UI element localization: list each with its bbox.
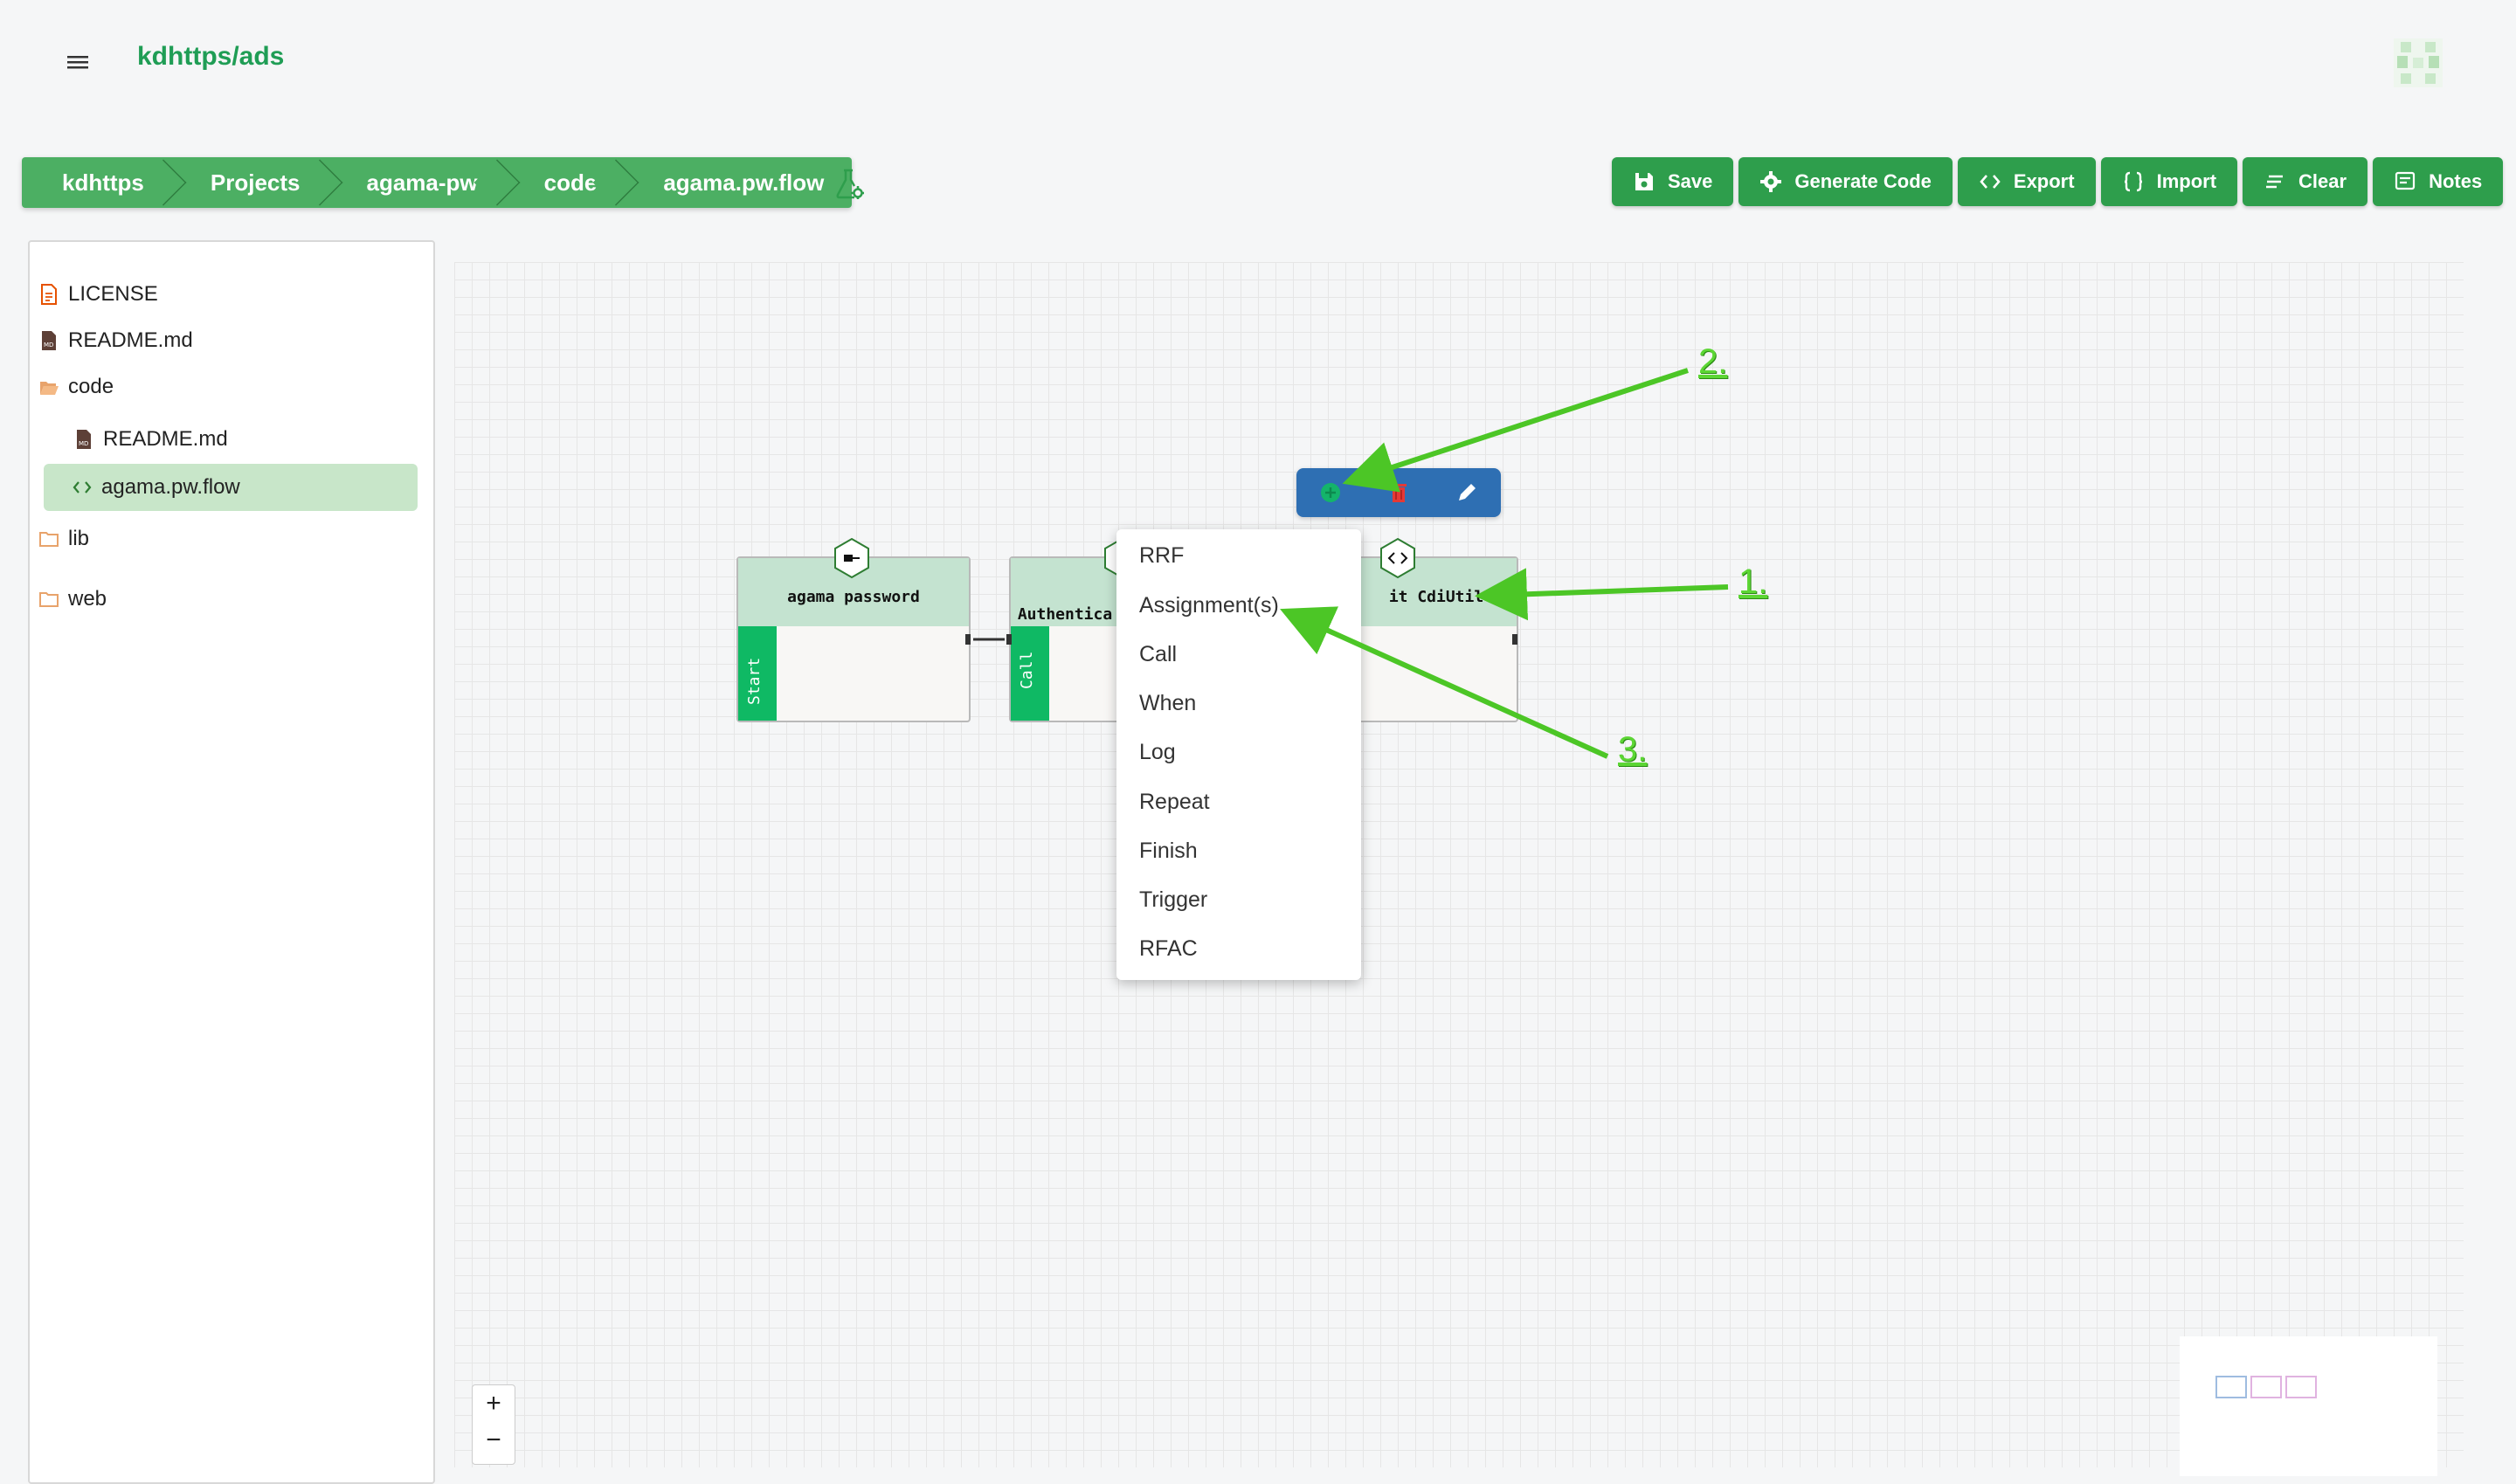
clear-lines-icon: [2266, 175, 2284, 189]
breadcrumb-item[interactable]: code: [504, 157, 624, 208]
tree-item-label: README.md: [103, 427, 228, 451]
menu-item-repeat[interactable]: Repeat: [1139, 790, 1349, 815]
tree-item-label: LICENSE: [68, 282, 158, 306]
notes-label: Notes: [2429, 170, 2483, 192]
svg-text:MD: MD: [44, 342, 53, 349]
delete-node-button[interactable]: [1386, 480, 1412, 506]
breadcrumb-item[interactable]: agama-pw: [327, 157, 504, 208]
menu-item-call[interactable]: Call: [1139, 642, 1349, 667]
breadcrumb-item[interactable]: agama.pw.flow: [623, 157, 852, 208]
file-tree-panel: LICENSE MD README.md code MD README.md a…: [28, 240, 435, 1484]
folder-icon: [39, 532, 59, 547]
markdown-icon: MD: [42, 331, 56, 350]
folder-icon: [39, 592, 59, 607]
tree-item-label: lib: [68, 527, 90, 550]
minimap-nodes: [2215, 1376, 2317, 1398]
tree-item-label: README.md: [68, 328, 193, 352]
generate-code-button[interactable]: Generate Code: [1738, 157, 1953, 206]
clear-button[interactable]: Clear: [2243, 157, 2368, 206]
node-type-label: Call: [1018, 651, 1036, 689]
annotation-label-2: 2.: [1698, 342, 1728, 381]
menu-item-when[interactable]: When: [1139, 691, 1349, 716]
avatar[interactable]: [2394, 38, 2443, 87]
save-button[interactable]: Save: [1612, 157, 1734, 206]
folder-open-icon: [40, 382, 59, 395]
node-type-bar: Start: [738, 626, 777, 721]
tree-item-label: agama.pw.flow: [101, 475, 240, 499]
menu-item-trigger[interactable]: Trigger: [1139, 887, 1349, 913]
plus-circle-icon: [1321, 483, 1340, 502]
flask-icon[interactable]: [834, 168, 864, 199]
code-icon: [1980, 175, 2001, 189]
tree-item-label: code: [68, 375, 114, 398]
tree-item-code-readme[interactable]: MD README.md: [73, 422, 228, 457]
tree-item-lib-folder[interactable]: lib: [38, 521, 89, 556]
import-button[interactable]: Import: [2100, 157, 2238, 206]
node-action-toolbar: [1296, 468, 1501, 517]
save-icon: [1635, 173, 1653, 190]
breadcrumb-item[interactable]: Projects: [170, 157, 327, 208]
annotation-label-3: 3.: [1618, 730, 1648, 769]
notes-button[interactable]: Notes: [2373, 157, 2504, 206]
zoom-control: + −: [472, 1384, 515, 1465]
markdown-icon: MD: [77, 430, 91, 449]
braces-icon: [2124, 171, 2142, 192]
top-bar: kdhttps/ads: [0, 0, 2516, 122]
zoom-out-button[interactable]: −: [473, 1422, 515, 1459]
tree-item-readme[interactable]: MD README.md: [38, 323, 193, 358]
export-label: Export: [2013, 170, 2075, 192]
add-node-button[interactable]: [1317, 480, 1344, 506]
app-title[interactable]: kdhttps/ads: [137, 42, 284, 72]
start-hex-icon: [834, 537, 869, 579]
tree-item-code-folder[interactable]: code: [38, 369, 114, 404]
clear-label: Clear: [2298, 170, 2347, 192]
breadcrumb: kdhttps Projects agama-pw code agama.pw.…: [22, 157, 853, 208]
notes-icon: [2395, 171, 2416, 190]
edit-node-button[interactable]: [1454, 480, 1480, 506]
flow-node-start[interactable]: agama password Start: [736, 556, 971, 722]
svg-text:MD: MD: [79, 440, 88, 447]
node-connector: [973, 638, 1005, 641]
code-hex-icon: [1380, 537, 1415, 579]
node-title: agama password: [787, 588, 920, 606]
minimap[interactable]: [2180, 1336, 2437, 1476]
save-label: Save: [1668, 170, 1713, 192]
tree-item-agama-flow[interactable]: agama.pw.flow: [44, 464, 418, 511]
export-button[interactable]: Export: [1957, 157, 2096, 206]
breadcrumb-item[interactable]: kdhttps: [22, 157, 170, 208]
menu-icon[interactable]: [65, 49, 91, 75]
flow-canvas[interactable]: [454, 262, 2464, 1467]
trash-icon: [1391, 484, 1407, 502]
zoom-in-button[interactable]: +: [473, 1385, 515, 1422]
annotation-label-1: 1.: [1738, 563, 1768, 601]
add-node-context-menu: RRF Assignment(s) Call When Log Repeat F…: [1116, 529, 1361, 980]
menu-item-assignments[interactable]: Assignment(s): [1139, 593, 1349, 618]
output-port[interactable]: [1512, 634, 1517, 645]
import-label: Import: [2156, 170, 2217, 192]
pencil-icon: [1459, 484, 1476, 500]
code-icon: [73, 481, 92, 494]
node-type-label: Start: [745, 657, 764, 705]
tree-item-web-folder[interactable]: web: [38, 582, 107, 617]
editor-toolbar: Save Generate Code Export Import Clear N…: [1612, 157, 2504, 206]
menu-item-rfac[interactable]: RFAC: [1139, 936, 1349, 962]
input-port[interactable]: [1006, 634, 1012, 645]
node-type-bar: Call: [1011, 626, 1049, 721]
menu-item-rrf[interactable]: RRF: [1139, 543, 1349, 569]
tree-item-license[interactable]: LICENSE: [38, 277, 158, 312]
tree-item-label: web: [68, 587, 107, 611]
gear-icon: [1760, 171, 1782, 192]
menu-item-finish[interactable]: Finish: [1139, 839, 1349, 864]
generate-code-label: Generate Code: [1794, 170, 1932, 192]
file-icon: [41, 284, 57, 305]
menu-item-log[interactable]: Log: [1139, 740, 1349, 765]
